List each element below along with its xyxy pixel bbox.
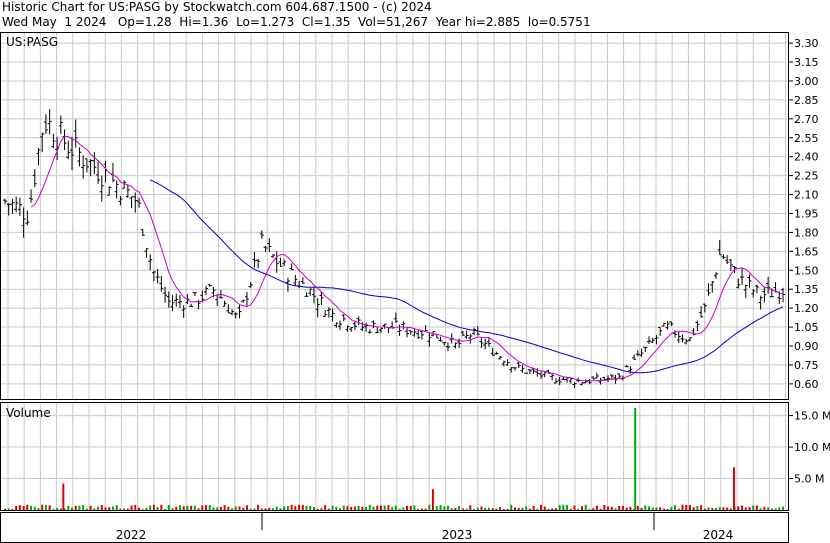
y-tick-label: 1.80 xyxy=(794,226,819,239)
y-tick-label: 1.05 xyxy=(794,321,819,334)
volume-axis: 15.0 M 10.0 M 5.0 M xyxy=(788,410,830,486)
y-tick-label: 2.70 xyxy=(794,113,819,126)
y-tick-label: 1.50 xyxy=(794,264,819,277)
price-axis: 3.30 3.15 3.00 2.85 2.70 2.55 2.40 2.25 2.10 1.95… xyxy=(788,37,819,391)
year-label: 2023 xyxy=(442,528,473,542)
y-tick-label: 1.35 xyxy=(794,283,819,296)
y-tick-label: 1.65 xyxy=(794,245,819,258)
y-tick-label: 15.0 M xyxy=(794,410,830,423)
y-tick-label: 0.90 xyxy=(794,340,819,353)
year-label: 2024 xyxy=(703,528,734,542)
y-tick-label: 3.30 xyxy=(794,37,819,50)
y-tick-label: 2.85 xyxy=(794,94,819,107)
volume-panel-label: Volume xyxy=(6,406,51,420)
y-tick-label: 3.15 xyxy=(794,56,819,69)
price-panel-label: US:PASG xyxy=(6,35,58,49)
y-tick-label: 2.55 xyxy=(794,132,819,145)
y-tick-label: 3.00 xyxy=(794,75,819,88)
y-tick-label: 2.10 xyxy=(794,189,819,202)
y-tick-label: 0.60 xyxy=(794,378,819,391)
y-tick-label: 5.0 M xyxy=(794,473,824,486)
chart-canvas: 3.30 3.15 3.00 2.85 2.70 2.55 2.40 2.25 2.10 1.95… xyxy=(0,32,830,543)
price-panel-frame xyxy=(0,32,789,400)
y-tick-label: 10.0 M xyxy=(794,441,830,454)
y-tick-label: 1.20 xyxy=(794,302,819,315)
y-tick-label: 0.75 xyxy=(794,359,819,372)
y-tick-label: 2.40 xyxy=(794,151,819,164)
volume-panel-frame xyxy=(0,402,789,511)
y-tick-label: 2.25 xyxy=(794,170,819,183)
y-tick-label: 1.95 xyxy=(794,207,819,220)
year-label: 2022 xyxy=(116,528,147,542)
